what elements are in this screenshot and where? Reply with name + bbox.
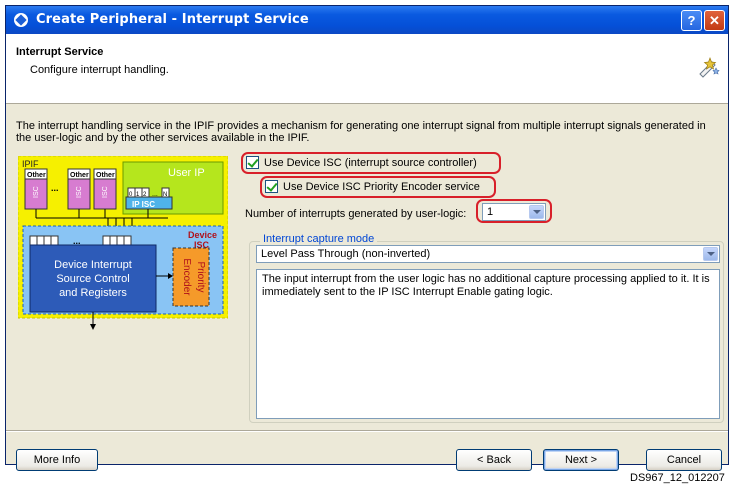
capture-mode-select[interactable]: Level Pass Through (non-inverted) [256,245,720,263]
footer-divider [6,430,728,432]
ellipsis: ... [51,183,59,193]
capture-mode-legend: Interrupt capture mode [260,233,378,245]
user-ip-label: User IP [168,167,205,179]
chevron-down-icon[interactable] [529,205,544,219]
other-label: Other [96,172,115,179]
ipif-label: IPIF [22,159,39,169]
isc-label: ISC [76,186,83,198]
priority-label: Priority [195,261,206,292]
device-interrupt-label-1: Device Interrupt [54,259,132,271]
isc-label: ISC [102,186,109,198]
device-interrupt-label-2: Source Control [56,273,129,285]
app-icon [14,13,28,27]
other-isc-2: Other ISC [67,168,91,210]
cancel-button[interactable]: Cancel [646,449,722,471]
num-interrupts-label: Number of interrupts generated by user-l… [245,208,467,220]
wizard-icon [699,57,720,78]
num-interrupts-value: 1 [487,206,494,218]
isc-label: ISC [33,186,40,198]
close-button[interactable]: ✕ [704,10,725,31]
description-text: The interrupt handling service in the IP… [16,120,706,144]
page-subtitle: Configure interrupt handling. [30,64,169,76]
wizard-header: Interrupt Service Configure interrupt ha… [6,34,728,104]
encoder-label: Encoder [181,258,192,296]
help-button[interactable]: ? [681,10,702,31]
use-priority-encoder-label: Use Device ISC Priority Encoder service [283,180,480,193]
other-isc-3: Other ISC [93,168,117,210]
wizard-window: Create Peripheral - Interrupt Service ? … [5,5,729,471]
title-bar[interactable]: Create Peripheral - Interrupt Service ? … [6,6,728,34]
use-device-isc-checkbox[interactable]: Use Device ISC (interrupt source control… [246,156,477,169]
figure-caption: DS967_12_012207 [630,472,725,484]
capture-mode-details[interactable]: The input interrupt from the user logic … [256,269,720,419]
checkbox-box[interactable] [265,180,278,193]
device-isc-label-1: Device [188,230,217,240]
capture-mode-value: Level Pass Through (non-inverted) [261,248,431,260]
more-info-button[interactable]: More Info [16,449,98,471]
page-title: Interrupt Service [16,46,104,58]
output-arrow [90,324,96,330]
window-title: Create Peripheral - Interrupt Service [36,12,309,27]
device-interrupt-label-3: and Registers [59,287,127,299]
checkbox-box[interactable] [246,156,259,169]
ip-isc-label: IP ISC [132,200,155,209]
chevron-down-icon[interactable] [703,247,718,261]
back-button[interactable]: < Back [456,449,532,471]
use-priority-encoder-checkbox[interactable]: Use Device ISC Priority Encoder service [265,180,480,193]
other-label: Other [27,172,46,179]
other-label: Other [70,172,89,179]
other-isc-1: Other ISC [24,168,48,210]
interrupt-diagram: IPIF Other ISC ... Other ISC Other ISC U… [18,156,228,330]
next-button[interactable]: Next > [543,449,619,471]
use-device-isc-label: Use Device ISC (interrupt source control… [264,156,477,169]
num-interrupts-select[interactable]: 1 [482,203,546,221]
